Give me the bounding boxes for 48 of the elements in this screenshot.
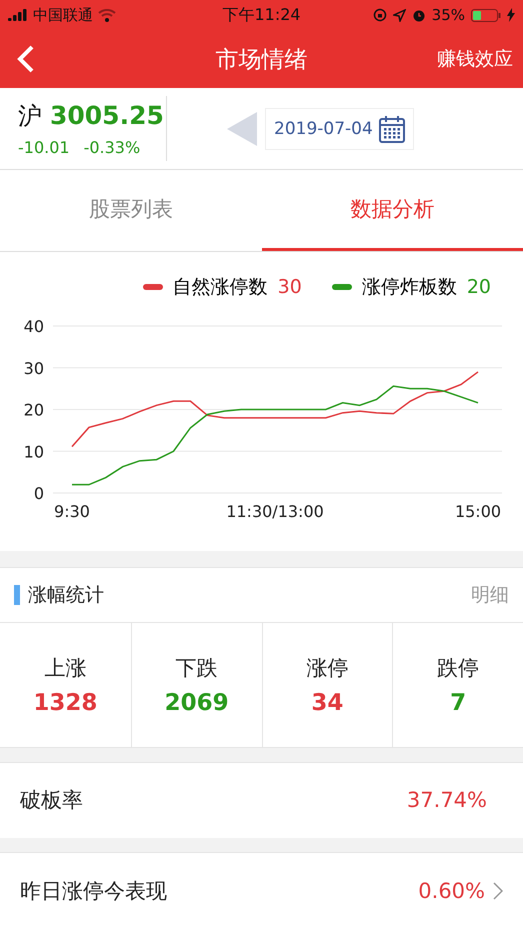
row-label: 破板率 — [20, 787, 83, 814]
index-percent: -0.33% — [84, 138, 140, 157]
stat-value: 1328 — [33, 690, 98, 716]
axis-label: 30 — [24, 359, 44, 378]
index-change: -10.01 — [18, 138, 70, 157]
stat-label: 涨停 — [306, 654, 348, 682]
signal-icon — [8, 9, 28, 21]
list-row[interactable]: 昨日涨停今表现 0.60% — [0, 852, 523, 930]
location-icon — [392, 8, 406, 22]
section-title: 涨幅统计 — [28, 582, 104, 608]
axis-label: 15:00 — [454, 502, 502, 522]
legend-value: 20 — [466, 276, 491, 298]
row-value: 0.60% — [418, 879, 485, 904]
section-marker — [14, 584, 20, 605]
axis-label: 20 — [24, 400, 44, 420]
header-link[interactable]: 赚钱效应 — [437, 46, 513, 72]
carrier-name: 中国联通 — [33, 6, 93, 24]
wifi-icon — [98, 8, 116, 22]
legend-label: 自然涨停数 — [172, 275, 268, 300]
row-label: 昨日涨停今表现 — [20, 878, 167, 906]
tab[interactable]: 股票列表 — [0, 170, 262, 252]
legend-value: 30 — [278, 276, 302, 298]
battery-icon — [471, 8, 502, 22]
index-value: 3005.25 — [50, 101, 164, 130]
stat-label: 上涨 — [44, 654, 86, 682]
legend-label: 涨停炸板数 — [362, 275, 457, 300]
charging-icon — [507, 8, 516, 22]
axis-label: 10 — [24, 442, 44, 462]
alarm-icon — [412, 8, 426, 22]
stat-value: 34 — [311, 690, 344, 716]
list-row[interactable]: 破板率 37.74% — [0, 762, 523, 838]
stat-label: 跌停 — [437, 654, 480, 682]
axis-label: 11:30/13:00 — [226, 502, 324, 522]
rotation-lock-icon — [372, 8, 387, 22]
page-title: 市场情绪 — [216, 46, 308, 74]
index-name: 沪 — [18, 101, 42, 132]
details-link[interactable]: 明细 — [471, 582, 509, 608]
axis-label: 40 — [24, 317, 44, 336]
date-picker[interactable]: 2019-07-04 — [265, 108, 414, 150]
clock-time: 下午11:24 — [222, 4, 301, 26]
battery-percent: 35% — [432, 6, 466, 24]
stat-value: 2069 — [164, 690, 229, 716]
stat-label: 下跌 — [176, 654, 218, 682]
row-value: 37.74% — [406, 788, 487, 812]
calendar-icon — [378, 114, 405, 143]
stat-value: 7 — [450, 690, 466, 716]
axis-label: 9:30 — [54, 502, 90, 522]
axis-label: 0 — [34, 484, 44, 504]
